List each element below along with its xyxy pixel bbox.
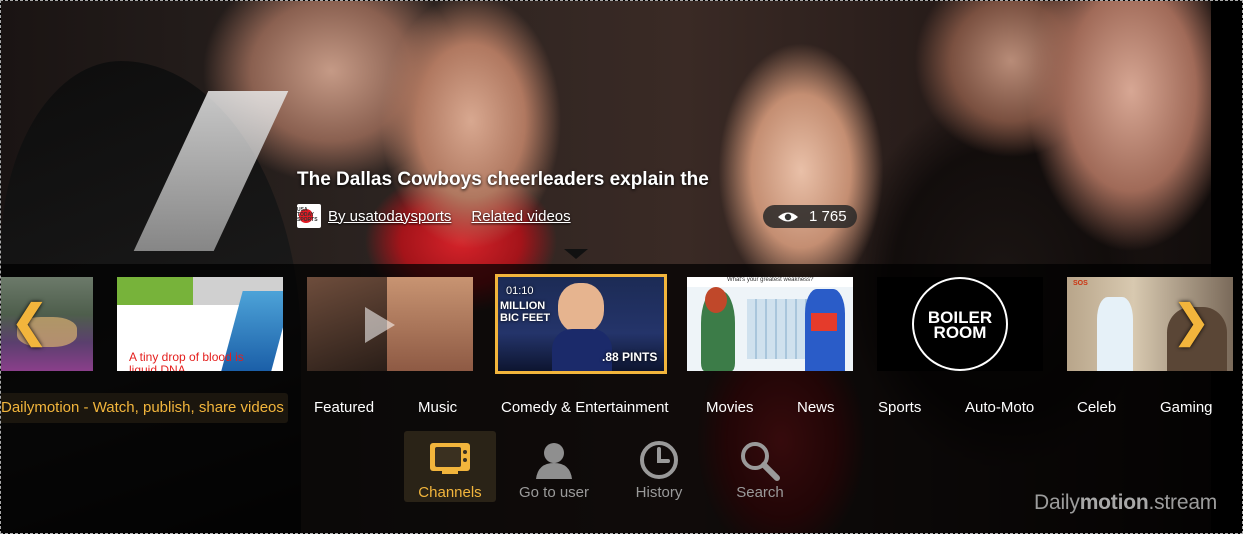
nav-go-to-user[interactable]: Go to user (508, 431, 600, 502)
category-sports[interactable]: Sports (878, 393, 921, 423)
related-videos-link[interactable]: Related videos (471, 208, 570, 225)
strip-pointer (564, 249, 588, 259)
thumb-overlay-text: BIC FEET (500, 312, 551, 324)
video-thumbnail[interactable]: A tiny drop of blood is liquid DNA (117, 277, 283, 371)
video-thumbnail[interactable] (307, 277, 473, 371)
play-icon (365, 307, 395, 343)
nav-channels[interactable]: Channels (404, 431, 496, 502)
channel-logo: USA TODAY SPORTS (297, 204, 321, 228)
thumb-caption: SOS (1073, 280, 1088, 287)
clock-icon (640, 441, 678, 479)
category-featured[interactable]: Featured (314, 393, 374, 423)
thumb-duration: 01:10 (506, 285, 534, 297)
channel-link[interactable]: By usatodaysports (328, 208, 451, 225)
category-news[interactable]: News (797, 393, 835, 423)
user-icon (536, 443, 572, 479)
thumb-overlay-text: MILLION (500, 300, 546, 312)
category-comedy[interactable]: Comedy & Entertainment (501, 393, 669, 423)
tv-icon (430, 443, 470, 474)
strip-next-arrow[interactable]: ❯ (1173, 297, 1210, 347)
boiler-room-logo: BOILER ROOM (927, 308, 993, 342)
eye-icon (778, 212, 798, 221)
view-count: 1 765 (809, 208, 847, 225)
nav-search-label: Search (736, 484, 784, 501)
category-music[interactable]: Music (418, 393, 457, 423)
nav-search[interactable]: Search (714, 431, 806, 502)
thumb-caption: What's your greatest weakness? (727, 277, 814, 283)
category-gaming[interactable]: Gaming (1160, 393, 1213, 423)
view-count-badge: 1 765 (763, 205, 857, 228)
strip-prev-arrow[interactable]: ❮ (11, 297, 48, 347)
channel-category-bar: Dailymotion - Watch, publish, share vide… (1, 393, 1242, 423)
category-movies[interactable]: Movies (706, 393, 754, 423)
nav-go-to-user-label: Go to user (518, 484, 590, 501)
nav-history[interactable]: History (613, 431, 705, 502)
thumb-overlay-text: .88 PINTS (602, 350, 658, 364)
category-celeb[interactable]: Celeb (1077, 393, 1116, 423)
video-thumbnail-selected[interactable]: 01:10 MILLION BIC FEET .88 PINTS (495, 274, 667, 374)
video-thumbnail[interactable]: What's your greatest weakness? (687, 277, 853, 371)
video-thumbnail[interactable]: BOILER ROOM (877, 277, 1043, 371)
search-icon (741, 442, 780, 481)
nav-channels-label: Channels (418, 484, 482, 501)
thumb-caption: A tiny drop of blood is liquid DNA (129, 350, 244, 372)
video-meta: USA TODAY SPORTS By usatodaysports Relat… (297, 204, 591, 228)
category-dailymotion[interactable]: Dailymotion - Watch, publish, share vide… (1, 393, 288, 423)
dailymotion-stream-logo: Dailymotion.stream (1034, 491, 1218, 514)
tv-app-screen: The Dallas Cowboys cheerleaders explain … (0, 0, 1243, 534)
video-title: The Dallas Cowboys cheerleaders explain … (297, 169, 709, 190)
nav-history-label: History (635, 484, 683, 501)
category-auto-moto[interactable]: Auto-Moto (965, 393, 1034, 423)
